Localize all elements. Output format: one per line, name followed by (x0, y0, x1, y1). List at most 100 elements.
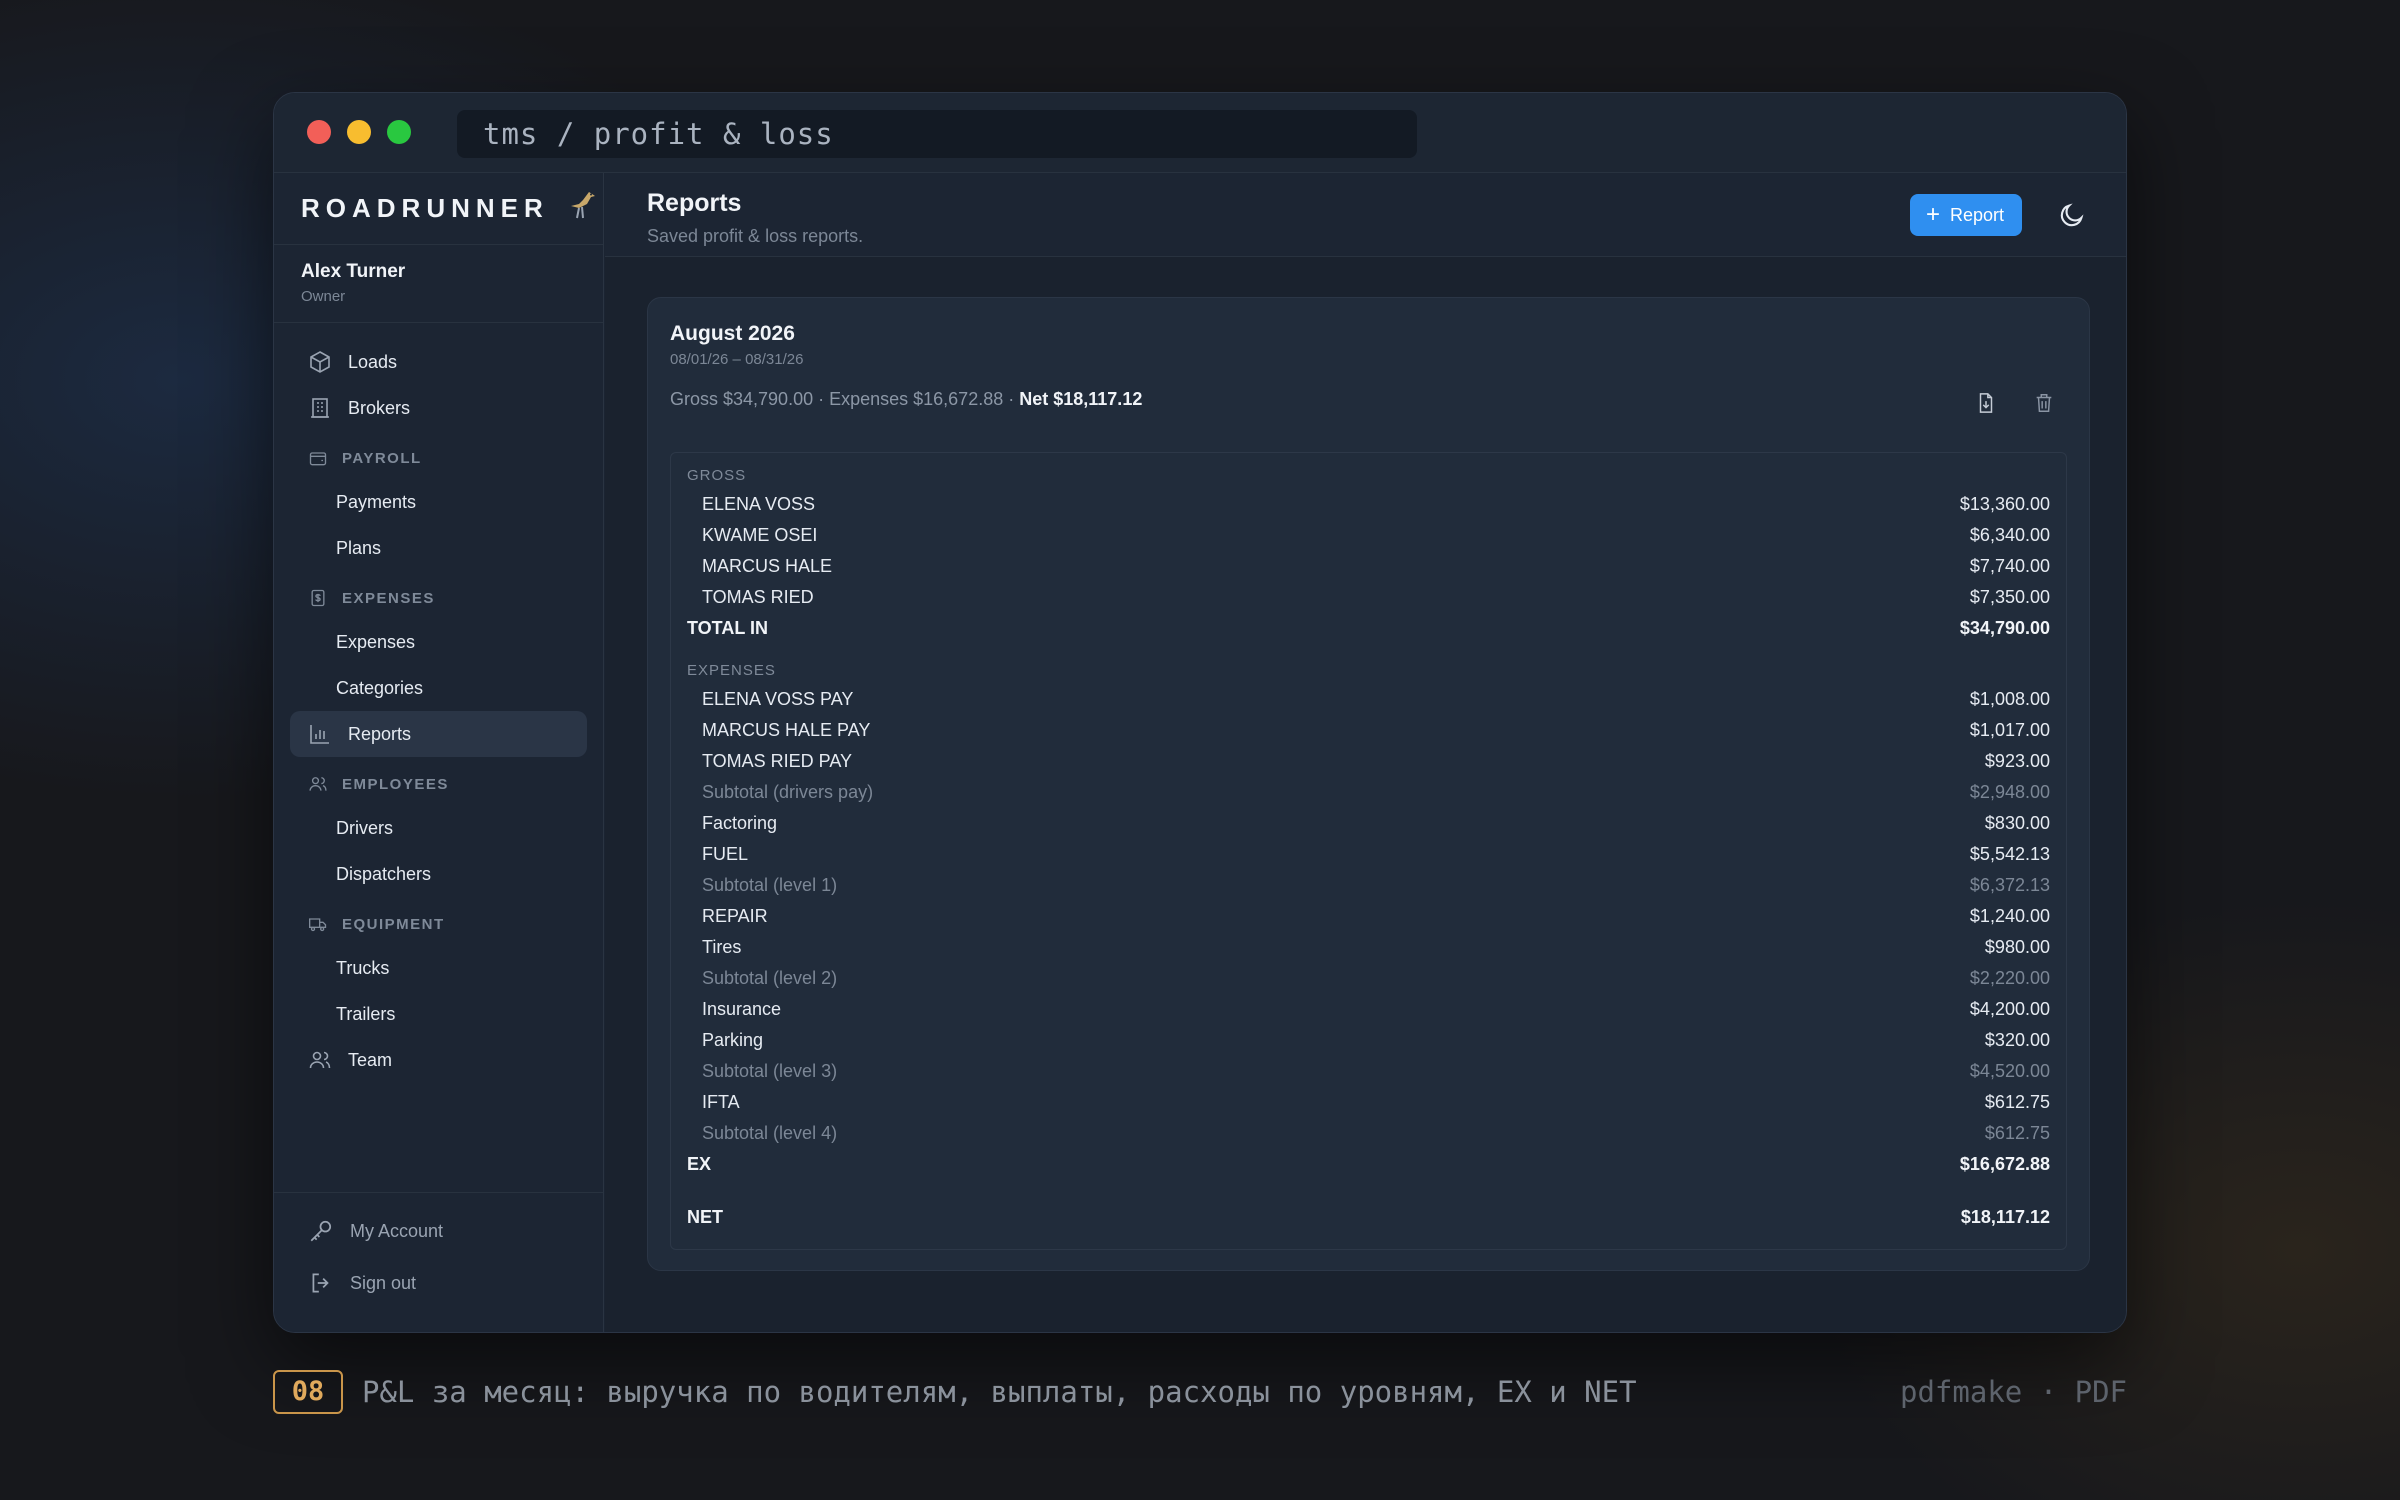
sidebar-footer: My Account Sign out (274, 1192, 603, 1332)
nav-item-reports[interactable]: Reports (290, 711, 587, 757)
row-label: TOMAS RIED PAY (702, 751, 853, 771)
delete-report-button[interactable] (2033, 392, 2055, 419)
row-label: KWAME OSEI (702, 525, 818, 545)
row-amount: $5,542.13 (1969, 844, 2050, 864)
bar-chart-icon (310, 725, 329, 744)
slide-caption: 08 P&L за месяц: выручка по водителям, в… (273, 1370, 2127, 1414)
footer-label: My Account (350, 1220, 444, 1241)
nav-item-dispatchers[interactable]: Dispatchers (290, 851, 587, 897)
row-amount: $923.00 (1984, 751, 2050, 771)
net-row: NET $18,117.12 (687, 1202, 2050, 1233)
theme-toggle-button[interactable] (2058, 201, 2086, 229)
section-label: EQUIPMENT (342, 915, 445, 933)
row-amount: $1,017.00 (1969, 720, 2050, 740)
row-amount: $7,740.00 (1969, 556, 2050, 576)
row-label: NET (687, 1207, 723, 1227)
section-label: EXPENSES (687, 661, 776, 679)
nav-section-equipment: EQUIPMENT (290, 903, 587, 945)
nav-label: Team (348, 1049, 393, 1070)
row-label: EX (687, 1154, 712, 1174)
table-row: FUEL $5,542.13 (687, 839, 2050, 870)
nav-item-trucks[interactable]: Trucks (290, 945, 587, 991)
subtotal-row: Subtotal (level 4) $612.75 (687, 1118, 2050, 1149)
nav-item-team[interactable]: Team (290, 1037, 587, 1083)
my-account-link[interactable]: My Account (290, 1205, 587, 1257)
nav-item-brokers[interactable]: Brokers (290, 385, 587, 431)
row-amount: $13,360.00 (1959, 494, 2050, 514)
row-label: Factoring (702, 813, 778, 833)
nav-label: Loads (348, 351, 398, 372)
row-amount: $980.00 (1984, 937, 2050, 957)
section-label: EXPENSES (342, 589, 435, 607)
app-window: tms / profit & loss ROADRUNNER Alex Turn… (273, 92, 2127, 1333)
row-label: TOMAS RIED (702, 587, 814, 607)
row-label: Subtotal (level 2) (702, 968, 838, 988)
expense-rows: ELENA VOSS PAY $1,008.00 MARCUS HALE PAY $1… (687, 684, 2050, 1149)
sign-out-link[interactable]: Sign out (290, 1257, 587, 1309)
nav-section-employees: EMPLOYEES (290, 763, 587, 805)
table-row: TOMAS RIED $7,350.00 (687, 582, 2050, 613)
file-download-icon (1979, 393, 1993, 413)
pl-table: GROSS ELENA VOSS $13,360.00 KWAME OSEI $6,3… (670, 452, 2067, 1250)
nav-item-loads[interactable]: Loads (290, 339, 587, 385)
row-amount: $4,200.00 (1969, 999, 2050, 1019)
address-bar[interactable]: tms / profit & loss (457, 110, 1417, 158)
row-amount: $1,240.00 (1969, 906, 2050, 926)
table-row: ELENA VOSS $13,360.00 (687, 489, 2050, 520)
nav-item-payments[interactable]: Payments (290, 479, 587, 525)
table-row: TOMAS RIED PAY $923.00 (687, 746, 2050, 777)
sign-out-icon (312, 1273, 329, 1293)
nav-item-drivers[interactable]: Drivers (290, 805, 587, 851)
export-pdf-button[interactable] (1975, 392, 1997, 419)
section-label: GROSS (687, 466, 747, 484)
row-label: TOTAL IN (687, 618, 768, 638)
nav-item-trailers[interactable]: Trailers (290, 991, 587, 1037)
nav-label: Brokers (348, 397, 411, 418)
row-label: Subtotal (level 4) (702, 1123, 838, 1143)
users-icon (309, 777, 327, 791)
main-content: Reports Saved profit & loss reports. + R… (605, 173, 2126, 1332)
report-summary: Gross $34,790.00 · Expenses $16,672.88 ·… (670, 389, 2067, 410)
total-in-row: TOTAL IN $34,790.00 (687, 613, 2050, 644)
row-label: REPAIR (702, 906, 768, 926)
row-label: IFTA (702, 1092, 740, 1112)
gross-rows: ELENA VOSS $13,360.00 KWAME OSEI $6,340.00 M… (687, 489, 2050, 613)
table-row: Insurance $4,200.00 (687, 994, 2050, 1025)
nav-item-expenses[interactable]: Expenses (290, 619, 587, 665)
main-nav: Loads Brokers PAYROLL Payments Plans EXP… (274, 323, 603, 1083)
expenses-section-header: EXPENSES (687, 656, 2050, 684)
row-amount: $612.75 (1984, 1123, 2050, 1143)
box-icon (310, 351, 330, 373)
table-row: Factoring $830.00 (687, 808, 2050, 839)
table-row: MARCUS HALE $7,740.00 (687, 551, 2050, 582)
moon-icon (2060, 203, 2084, 227)
page-subtitle: Saved profit & loss reports. (647, 226, 864, 246)
minimize-window-button[interactable] (347, 120, 371, 144)
close-window-button[interactable] (307, 120, 331, 144)
nav-item-categories[interactable]: Categories (290, 665, 587, 711)
bird-logo-icon (570, 191, 595, 218)
plus-icon: + (1925, 201, 1940, 228)
gross-section-header: GROSS (687, 461, 2050, 489)
maximize-window-button[interactable] (387, 120, 411, 144)
brand-name: ROADRUNNER (301, 193, 549, 223)
nav-item-plans[interactable]: Plans (290, 525, 587, 571)
user-role: Owner (301, 288, 346, 305)
user-profile[interactable]: Alex Turner Owner (274, 245, 603, 323)
table-row: REPAIR $1,240.00 (687, 901, 2050, 932)
table-row: IFTA $612.75 (687, 1087, 2050, 1118)
report-card: August 2026 08/01/26 – 08/31/26 Gross $3… (647, 297, 2090, 1271)
row-amount: $6,340.00 (1969, 525, 2050, 545)
row-label: Parking (702, 1030, 764, 1050)
row-amount: $1,008.00 (1969, 689, 2050, 709)
row-label: MARCUS HALE (702, 556, 833, 576)
table-row: MARCUS HALE PAY $1,017.00 (687, 715, 2050, 746)
row-amount: $6,372.13 (1969, 875, 2050, 895)
subtotal-row: Subtotal (drivers pay) $2,948.00 (687, 777, 2050, 808)
caption-text: P&L за месяц: выручка по водителям, выпл… (362, 1375, 1637, 1409)
row-amount: $4,520.00 (1969, 1061, 2050, 1081)
add-report-button[interactable]: + Report (1909, 194, 2022, 236)
page-header: Reports Saved profit & loss reports. + R… (605, 173, 2126, 257)
row-amount: $2,948.00 (1969, 782, 2050, 802)
